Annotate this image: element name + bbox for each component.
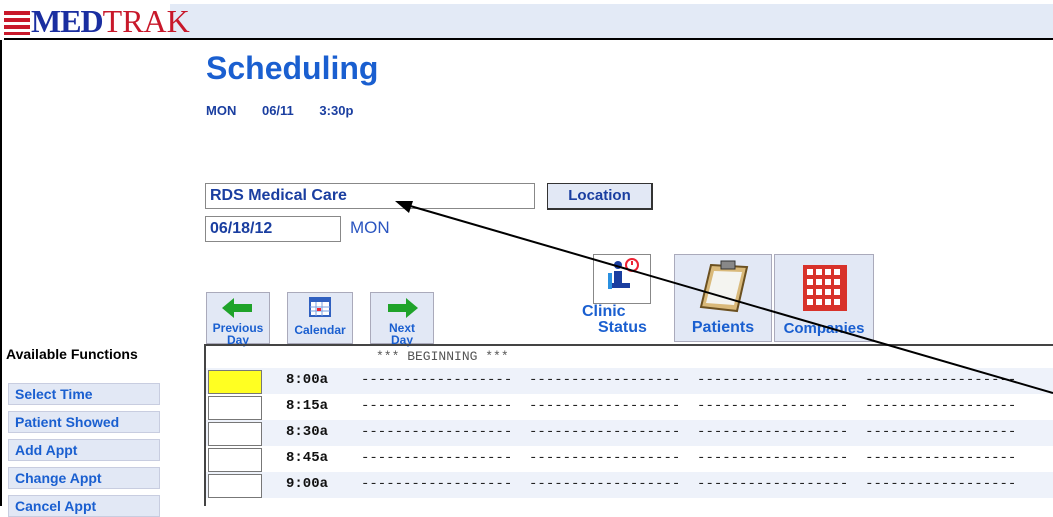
companies-button[interactable]: Companies [774,254,874,342]
add-appt-button[interactable]: Add Appt [8,439,160,461]
available-functions-heading: Available Functions [6,346,138,362]
clinic-status-button[interactable]: Clinic Status [576,254,672,342]
time-label: 8:45a [286,450,329,466]
date-input[interactable]: 06/18/12 [205,216,341,242]
flag-icon [4,11,30,35]
select-time-button[interactable]: Select Time [8,383,160,405]
current-day: MON [206,103,237,118]
time-slot-select-cell[interactable] [208,448,262,472]
building-icon [801,263,849,318]
logo-trak-text: TRAK [102,3,190,39]
table-row[interactable]: 8:00a ------------------ ---------------… [206,368,1053,394]
current-date: 06/11 [261,103,294,118]
time-label: 8:00a [286,372,329,388]
logo-med-text: MED [31,3,104,39]
next-day-button[interactable]: Next Day [370,292,434,346]
header-band [170,4,1053,40]
time-slot-select-cell[interactable] [208,474,262,498]
arrow-right-icon [371,296,433,322]
location-input[interactable]: RDS Medical Care [205,183,535,209]
clinic-status-label: Clinic Status [582,304,647,336]
time-slot-select-cell[interactable] [208,370,262,394]
calendar-button[interactable]: Calendar [287,292,353,344]
calendar-label: Calendar [294,323,346,337]
time-label: 8:30a [286,424,329,440]
current-time: 3:30p [319,103,354,118]
previous-day-button[interactable]: Previous Day [206,292,270,346]
time-slot-select-cell[interactable] [208,396,262,420]
top-bar: MED TRAK [0,0,1053,40]
table-row[interactable]: 8:15a ------------------ ---------------… [206,394,1053,420]
cancel-appt-button[interactable]: Cancel Appt [8,495,160,517]
time-slot-select-cell[interactable] [208,422,262,446]
current-datetime: MON 06/11 3:30p [206,103,375,118]
table-row[interactable]: 9:00a ------------------ ---------------… [206,472,1053,498]
schedule-beginning-marker: *** BEGINNING *** [376,349,509,364]
time-label: 9:00a [286,476,329,492]
empty-slots: ------------------ ------------------ --… [361,424,1017,440]
patient-showed-button[interactable]: Patient Showed [8,411,160,433]
location-button[interactable]: Location [547,183,653,210]
page-title: Scheduling [206,50,379,86]
medtrak-logo: MED TRAK [4,4,196,40]
calendar-icon [288,296,352,322]
empty-slots: ------------------ ------------------ --… [361,450,1017,466]
clinic-status-icon [593,254,651,304]
time-label: 8:15a [286,398,329,414]
arrow-left-icon [207,296,269,322]
patients-button[interactable]: Patients [674,254,772,342]
schedule-grid: *** BEGINNING *** 8:00a ----------------… [204,344,1053,506]
empty-slots: ------------------ ------------------ --… [361,476,1017,492]
empty-slots: ------------------ ------------------ --… [361,398,1017,414]
empty-slots: ------------------ ------------------ --… [361,372,1017,388]
change-appt-button[interactable]: Change Appt [8,467,160,489]
table-row[interactable]: 8:45a ------------------ ---------------… [206,446,1053,472]
day-of-week-label: MON [350,218,390,237]
companies-label: Companies [783,320,865,337]
patients-label: Patients [691,319,755,336]
clinic-label-1: Clinic [582,303,626,320]
table-row[interactable]: 8:30a ------------------ ---------------… [206,420,1053,446]
clinic-label-2: Status [598,319,647,336]
clipboard-icon [697,259,753,318]
